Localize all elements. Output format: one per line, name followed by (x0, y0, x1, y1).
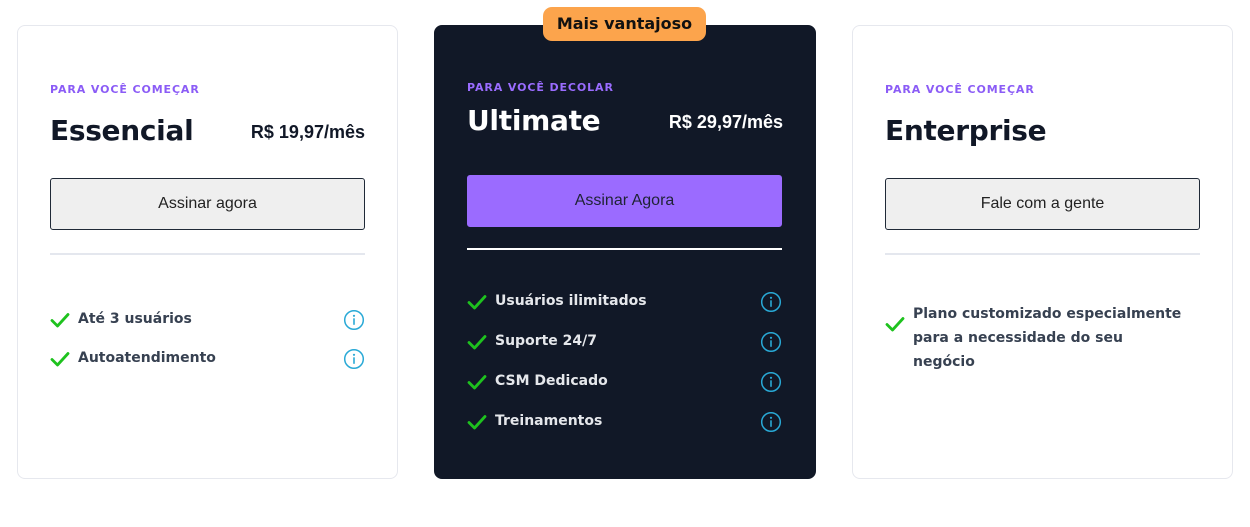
divider (50, 253, 365, 255)
feature-item: Autoatendimento (50, 347, 365, 371)
info-icon[interactable] (760, 371, 782, 393)
plan-price: R$ 29,97/mês (668, 112, 783, 132)
subscribe-button[interactable]: Assinar Agora (467, 175, 782, 227)
feature-item: CSM Dedicado (467, 370, 782, 394)
plan-name: Essencial (50, 114, 194, 147)
divider (467, 248, 782, 250)
info-icon[interactable] (760, 411, 782, 433)
feature-label: Treinamentos (495, 413, 603, 429)
check-icon (467, 375, 487, 390)
check-icon (50, 352, 70, 367)
feature-item: Usuários ilimitados (467, 290, 782, 314)
check-icon (885, 317, 905, 332)
plan-card-essencial: PARA VOCÊ COMEÇAR Essencial R$ 19,97/mês… (17, 25, 398, 479)
check-icon (50, 313, 70, 328)
feature-item: Suporte 24/7 (467, 330, 782, 354)
pricing-section: Mais vantajoso PARA VOCÊ COMEÇAR Essenci… (0, 0, 1250, 527)
divider (885, 253, 1200, 255)
info-icon[interactable] (760, 331, 782, 353)
plan-card-ultimate: PARA VOCÊ DECOLAR Ultimate R$ 29,97/mês … (434, 25, 816, 479)
check-icon (467, 295, 487, 310)
contact-button[interactable]: Fale com a gente (885, 178, 1200, 230)
highlight-badge: Mais vantajoso (543, 7, 706, 41)
feature-label: Plano customizado especialmente para a n… (913, 306, 1182, 370)
plan-name: Enterprise (885, 114, 1047, 147)
info-icon[interactable] (343, 348, 365, 370)
plan-card-enterprise: PARA VOCÊ COMEÇAR Enterprise Fale com a … (852, 25, 1233, 479)
plan-price: R$ 19,97/mês (250, 122, 365, 142)
feature-item: Treinamentos (467, 410, 782, 434)
feature-label: Até 3 usuários (78, 311, 192, 327)
feature-label: Suporte 24/7 (495, 333, 597, 349)
plan-tier-label: PARA VOCÊ COMEÇAR (50, 83, 200, 96)
info-icon[interactable] (343, 309, 365, 331)
feature-item: Até 3 usuários (50, 308, 365, 332)
feature-label: CSM Dedicado (495, 373, 608, 389)
info-icon[interactable] (760, 291, 782, 313)
plan-tier-label: PARA VOCÊ DECOLAR (467, 81, 614, 94)
check-icon (467, 415, 487, 430)
feature-label: Usuários ilimitados (495, 293, 647, 309)
feature-label: Autoatendimento (78, 350, 216, 366)
plan-tier-label: PARA VOCÊ COMEÇAR (885, 83, 1035, 96)
plan-name: Ultimate (467, 104, 601, 137)
subscribe-button[interactable]: Assinar agora (50, 178, 365, 230)
check-icon (467, 335, 487, 350)
